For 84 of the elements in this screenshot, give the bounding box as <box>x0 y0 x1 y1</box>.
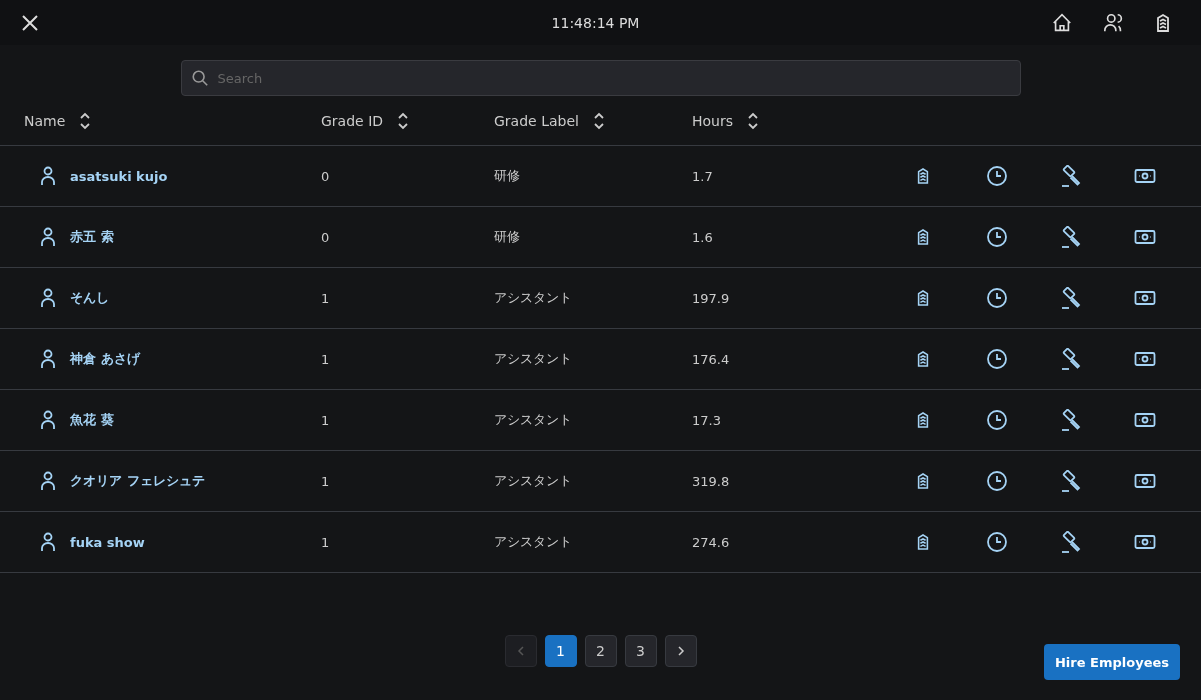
table-cell-text: 1 <box>321 290 331 306</box>
person-icon <box>40 227 56 247</box>
rank-badge-icon[interactable] <box>916 471 930 491</box>
home-icon[interactable] <box>1051 11 1073 34</box>
employee-name[interactable]: 赤五 索 <box>70 228 114 246</box>
table-cell-text: アシスタント <box>494 289 573 307</box>
person-icon <box>40 532 56 552</box>
rank-badge-icon[interactable] <box>916 166 930 186</box>
close-icon[interactable] <box>20 12 40 33</box>
sort-icon[interactable] <box>79 111 92 130</box>
gavel-icon[interactable] <box>1060 348 1082 370</box>
chevron-right-icon <box>676 646 685 656</box>
table-cell-text: 176.4 <box>692 351 731 367</box>
page-button[interactable]: 3 <box>624 635 657 667</box>
sort-icon[interactable] <box>397 111 410 130</box>
table-cell-text: 研修 <box>494 167 521 185</box>
column-header: Name <box>24 112 66 129</box>
rank-badge-icon[interactable] <box>916 288 930 308</box>
table-cell-text: 研修 <box>494 228 521 246</box>
gavel-icon[interactable] <box>1060 226 1082 248</box>
employee-name[interactable]: そんし <box>70 289 109 307</box>
table-cell-text: 1.6 <box>692 229 714 245</box>
employee-name[interactable]: asatsuki kujo <box>70 168 168 184</box>
column-header: Hours <box>692 112 733 129</box>
clock-icon[interactable] <box>986 531 1008 553</box>
table-cell-text: 1.7 <box>692 168 714 184</box>
gavel-icon[interactable] <box>1060 287 1082 309</box>
column-header: Grade Label <box>494 112 579 129</box>
table-cell-text: 1 <box>321 351 331 367</box>
sort-icon[interactable] <box>747 111 759 130</box>
cash-icon[interactable] <box>1134 290 1156 306</box>
table-cell-text: 0 <box>321 229 331 245</box>
gavel-icon[interactable] <box>1060 470 1082 492</box>
employee-name[interactable]: 魚花 葵 <box>70 411 114 429</box>
employee-name[interactable]: クオリア フェレシュテ <box>70 472 205 490</box>
employee-name[interactable]: fuka show <box>70 534 145 550</box>
table-cell-text: アシスタント <box>494 350 573 368</box>
search-field[interactable]: Search <box>180 60 1021 96</box>
next-page-button[interactable] <box>664 635 697 667</box>
table-cell-text: 274.6 <box>692 534 731 550</box>
gavel-icon[interactable] <box>1060 409 1082 431</box>
page-button[interactable]: 1 <box>544 635 577 667</box>
cash-icon[interactable] <box>1134 412 1156 428</box>
clock-icon[interactable] <box>986 226 1008 248</box>
table-cell-text: 1 <box>321 412 331 428</box>
column-header: Grade ID <box>321 112 384 129</box>
person-icon <box>40 288 56 308</box>
table-cell-text: 1 <box>321 473 331 489</box>
clock-time: 11:48:14 PM <box>551 14 640 31</box>
cash-icon[interactable] <box>1134 168 1156 184</box>
rank-badge-icon[interactable] <box>916 349 930 369</box>
gavel-icon[interactable] <box>1060 531 1082 553</box>
clock-icon[interactable] <box>986 470 1008 492</box>
table-cell-text: 17.3 <box>692 412 722 428</box>
employee-name[interactable]: 神倉 あさげ <box>70 350 140 368</box>
clock-icon[interactable] <box>986 165 1008 187</box>
sort-icon[interactable] <box>592 111 605 130</box>
rank-badge-icon[interactable] <box>916 227 930 247</box>
table-cell-text: 1 <box>321 534 331 550</box>
users-icon[interactable] <box>1103 11 1125 34</box>
person-icon <box>40 166 56 186</box>
gavel-icon[interactable] <box>1060 165 1082 187</box>
chevron-left-icon <box>516 646 525 656</box>
clock-icon[interactable] <box>986 348 1008 370</box>
cash-icon[interactable] <box>1134 534 1156 550</box>
page-button[interactable]: 2 <box>584 635 617 667</box>
clock-icon[interactable] <box>986 287 1008 309</box>
table-cell-text: アシスタント <box>494 533 573 551</box>
rank-badge-icon[interactable] <box>1155 12 1171 33</box>
person-icon <box>40 410 56 430</box>
table-cell-text: 319.8 <box>692 473 731 489</box>
cash-icon[interactable] <box>1134 473 1156 489</box>
person-icon <box>40 471 56 491</box>
cash-icon[interactable] <box>1134 351 1156 367</box>
cash-icon[interactable] <box>1134 229 1156 245</box>
clock-icon[interactable] <box>986 409 1008 431</box>
table-cell-text: アシスタント <box>494 411 573 429</box>
person-icon <box>40 349 56 369</box>
table-cell-text: 0 <box>321 168 331 184</box>
rank-badge-icon[interactable] <box>916 532 930 552</box>
rank-badge-icon[interactable] <box>916 410 930 430</box>
table-cell-text: 197.9 <box>692 290 731 306</box>
hire-employees-button[interactable]: Hire Employees <box>1044 644 1180 680</box>
table-cell-text: アシスタント <box>494 472 573 490</box>
